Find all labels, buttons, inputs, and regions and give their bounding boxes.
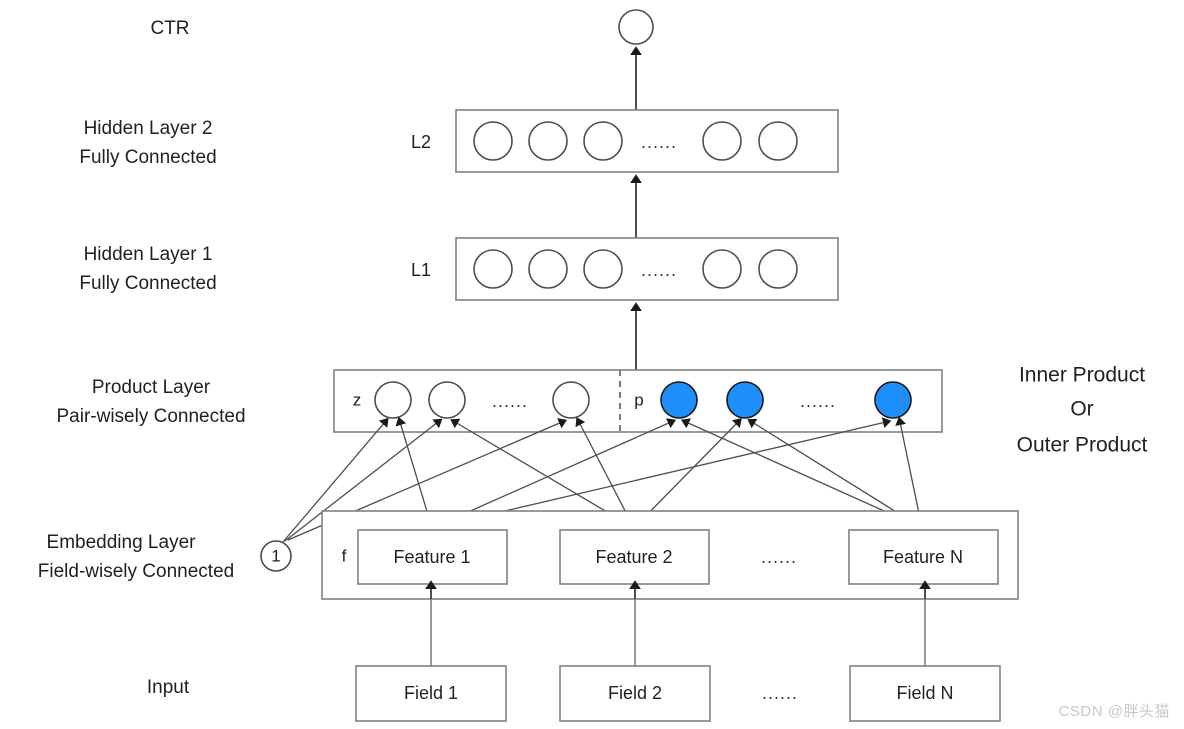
product-z-node-2[interactable] [428, 381, 466, 419]
feature-label-2: Feature 2 [595, 547, 672, 567]
tag-z: z [353, 390, 362, 409]
output-node-ctr[interactable] [618, 9, 654, 45]
side-note-or: Or [1070, 398, 1093, 421]
label-hidden-layer-2-line1: Hidden Layer 2 [84, 118, 213, 139]
l1-node-1[interactable] [473, 249, 513, 289]
field-label-2: Field 2 [608, 683, 662, 703]
side-note-outer-product: Outer Product [1017, 434, 1148, 457]
l1-ellipsis: ...... [641, 260, 677, 280]
field-label-1: Field 1 [404, 683, 458, 703]
product-p-ellipsis: ...... [800, 391, 836, 411]
tag-l1: L1 [411, 260, 431, 280]
tag-f: f [342, 546, 347, 565]
feature-label-n: Feature N [883, 547, 963, 567]
tag-l2: L2 [411, 132, 431, 152]
architecture-diagram: CTR Hidden Layer 2 Fully Connected Hidde… [38, 9, 1148, 722]
l1-node-3[interactable] [583, 249, 623, 289]
label-embedding-layer-line1: Embedding Layer [47, 532, 197, 553]
label-ctr: CTR [150, 18, 189, 39]
label-hidden-layer-1-line2: Fully Connected [79, 273, 216, 294]
label-product-layer-line2: Pair-wisely Connected [56, 406, 245, 427]
product-p-node-2[interactable] [726, 381, 764, 419]
l2-node-2[interactable] [528, 121, 568, 161]
label-embedding-layer-line2: Field-wisely Connected [38, 561, 234, 582]
embedding-bias-label: 1 [271, 546, 280, 565]
l1-node-5[interactable] [758, 249, 798, 289]
diagram-canvas: CTR Hidden Layer 2 Fully Connected Hidde… [0, 0, 1184, 729]
product-p-node-3[interactable] [874, 381, 912, 419]
product-p-node-1[interactable] [660, 381, 698, 419]
l2-ellipsis: ...... [641, 132, 677, 152]
tag-p: p [634, 390, 643, 409]
product-z-node-3[interactable] [552, 381, 590, 419]
product-z-ellipsis: ...... [492, 391, 528, 411]
label-product-layer-line1: Product Layer [92, 377, 211, 398]
watermark: CSDN @胖头猫 [1058, 703, 1170, 720]
l2-node-5[interactable] [758, 121, 798, 161]
l1-node-2[interactable] [528, 249, 568, 289]
input-ellipsis: ...... [762, 683, 798, 703]
l1-node-4[interactable] [702, 249, 742, 289]
product-z-node-1[interactable] [374, 381, 412, 419]
l2-node-3[interactable] [583, 121, 623, 161]
label-hidden-layer-1-line1: Hidden Layer 1 [84, 244, 213, 265]
feature-label-1: Feature 1 [393, 547, 470, 567]
l2-node-4[interactable] [702, 121, 742, 161]
l2-node-1[interactable] [473, 121, 513, 161]
label-input: Input [147, 677, 190, 698]
label-hidden-layer-2-line2: Fully Connected [79, 147, 216, 168]
side-note-inner-product: Inner Product [1019, 364, 1145, 387]
embedding-ellipsis: ...... [761, 547, 797, 567]
field-label-n: Field N [896, 683, 953, 703]
